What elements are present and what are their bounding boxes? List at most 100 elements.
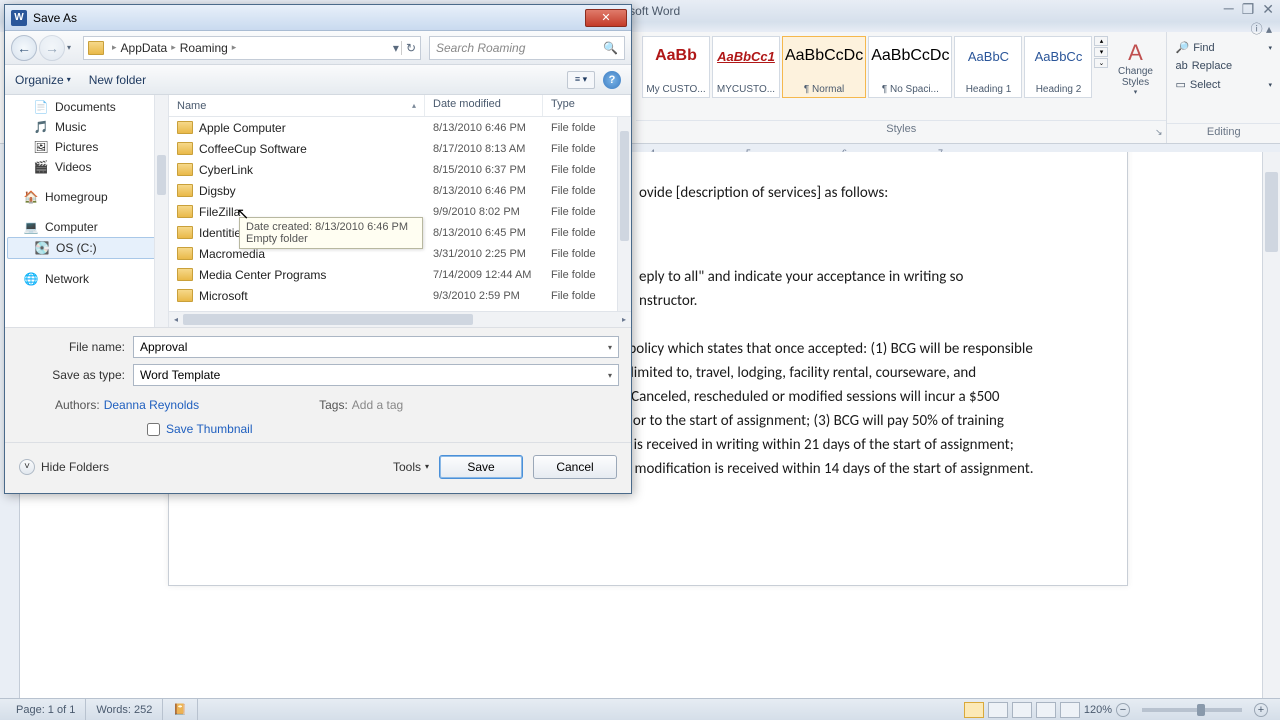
folder-icon xyxy=(177,205,193,218)
tree-pictures[interactable]: 🖼Pictures xyxy=(5,137,168,157)
list-header[interactable]: Name▴ Date modified Type xyxy=(169,95,631,117)
forward-button[interactable]: → xyxy=(39,35,65,61)
breadcrumb[interactable]: ▸ AppData ▸ Roaming ▸ ▾↻ xyxy=(83,36,421,60)
replace-icon: ab xyxy=(1175,60,1187,72)
folder-icon xyxy=(177,163,193,176)
change-styles-icon: A xyxy=(1110,40,1160,66)
zoom-level[interactable]: 120% xyxy=(1084,704,1112,716)
view-full-screen[interactable] xyxy=(988,702,1008,718)
tools-button[interactable]: Tools▾ xyxy=(393,460,429,474)
breadcrumb-appdata[interactable]: AppData xyxy=(121,41,168,55)
style-heading2[interactable]: AaBbCcHeading 2 xyxy=(1024,36,1092,98)
save-thumbnail-checkbox[interactable] xyxy=(147,423,160,436)
list-hscroll[interactable]: ◂▸ xyxy=(169,311,631,327)
styles-group-label: Styles↘ xyxy=(636,120,1167,140)
restore-icon[interactable]: ❐ xyxy=(1242,2,1255,19)
replace-button[interactable]: abReplace xyxy=(1175,57,1272,75)
folder-icon xyxy=(177,268,193,281)
tree-scrollbar[interactable] xyxy=(154,95,168,327)
file-row[interactable]: Digsby8/13/2010 6:46 PMFile folde xyxy=(169,180,631,201)
folder-icon xyxy=(177,247,193,260)
file-row[interactable]: Microsoft9/3/2010 2:59 PMFile folde xyxy=(169,285,631,306)
dialog-nav: ← → ▾ ▸ AppData ▸ Roaming ▸ ▾↻ Search Ro… xyxy=(5,31,631,65)
save-thumbnail-label[interactable]: Save Thumbnail xyxy=(166,422,253,436)
view-web[interactable] xyxy=(1012,702,1032,718)
tree-network[interactable]: 🌐Network xyxy=(5,269,168,289)
folder-icon xyxy=(177,121,193,134)
status-proof-icon[interactable]: 📔 xyxy=(163,699,198,720)
ribbon-help-icon[interactable]: ⓘ ▴ xyxy=(1251,20,1272,37)
editing-group-label: Editing xyxy=(1167,123,1280,143)
tree-music[interactable]: 🎵Music xyxy=(5,117,168,137)
search-input[interactable]: Search Roaming 🔍 xyxy=(429,36,625,60)
statusbar: Page: 1 of 1 Words: 252 📔 120% − + xyxy=(0,698,1280,720)
dialog-titlebar[interactable]: W Save As ✕ xyxy=(5,5,631,31)
folder-icon xyxy=(177,289,193,302)
folder-icon xyxy=(177,184,193,197)
tree-os-c[interactable]: 💽OS (C:) xyxy=(7,237,166,259)
minimize-icon[interactable]: ─ xyxy=(1224,2,1234,19)
style-normal[interactable]: AaBbCcDc¶ Normal xyxy=(782,36,866,98)
refresh-icon[interactable]: ↻ xyxy=(401,41,416,55)
word-icon: W xyxy=(11,10,27,26)
save-as-dialog: W Save As ✕ ← → ▾ ▸ AppData ▸ Roaming ▸ … xyxy=(4,4,632,494)
style-heading1[interactable]: AaBbCHeading 1 xyxy=(954,36,1022,98)
folder-icon xyxy=(177,226,193,239)
filename-input[interactable]: Approval▾ xyxy=(133,336,619,358)
style-nospacing[interactable]: AaBbCcDc¶ No Spaci... xyxy=(868,36,952,98)
vertical-scrollbar[interactable] xyxy=(1262,152,1280,698)
dialog-close-button[interactable]: ✕ xyxy=(585,9,627,27)
tree-videos[interactable]: 🎬Videos xyxy=(5,157,168,177)
style-scroll-down[interactable]: ▾ xyxy=(1094,47,1108,57)
file-row[interactable]: Apple Computer8/13/2010 6:46 PMFile fold… xyxy=(169,117,631,138)
view-mode-button[interactable]: ≡ ▾ xyxy=(567,71,595,89)
tags-value[interactable]: Add a tag xyxy=(352,398,403,412)
savetype-label: Save as type: xyxy=(17,368,133,382)
breadcrumb-roaming[interactable]: Roaming xyxy=(180,41,228,55)
tree-homegroup[interactable]: 🏠Homegroup xyxy=(5,187,168,207)
list-vscroll[interactable] xyxy=(617,117,631,311)
select-button[interactable]: ▭Select ▾ xyxy=(1175,75,1272,94)
style-mycusto2[interactable]: AaBbCc1MYCUSTO... xyxy=(712,36,780,98)
history-dropdown[interactable]: ▾ xyxy=(67,35,81,61)
nav-tree[interactable]: 📄Documents 🎵Music 🖼Pictures 🎬Videos 🏠Hom… xyxy=(5,95,169,327)
new-folder-button[interactable]: New folder xyxy=(89,73,146,87)
zoom-slider[interactable] xyxy=(1142,708,1242,712)
style-mycusto1[interactable]: AaBbMy CUSTO... xyxy=(642,36,710,98)
breadcrumb-drop-icon[interactable]: ▾ xyxy=(393,41,399,55)
savetype-select[interactable]: Word Template▾ xyxy=(133,364,619,386)
style-more[interactable]: ⌄ xyxy=(1094,58,1108,68)
style-scroll-up[interactable]: ▴ xyxy=(1094,36,1108,46)
col-date[interactable]: Date modified xyxy=(425,95,543,116)
help-button[interactable]: ? xyxy=(603,71,621,89)
status-page[interactable]: Page: 1 of 1 xyxy=(6,699,86,720)
file-row[interactable]: Media Center Programs7/14/2009 12:44 AMF… xyxy=(169,264,631,285)
file-row[interactable]: CyberLink8/15/2010 6:37 PMFile folde xyxy=(169,159,631,180)
close-icon[interactable]: ✕ xyxy=(1262,2,1274,19)
view-draft[interactable] xyxy=(1060,702,1080,718)
authors-value[interactable]: Deanna Reynolds xyxy=(104,398,199,412)
styles-launcher-icon[interactable]: ↘ xyxy=(1155,127,1163,138)
view-print-layout[interactable] xyxy=(964,702,984,718)
tree-computer[interactable]: 💻Computer xyxy=(5,217,168,237)
binoculars-icon: 🔎 xyxy=(1175,41,1189,54)
zoom-in-button[interactable]: + xyxy=(1254,703,1268,717)
col-name[interactable]: Name▴ xyxy=(169,95,425,116)
save-button[interactable]: Save xyxy=(439,455,523,479)
file-row[interactable]: CoffeeCup Software8/17/2010 8:13 AMFile … xyxy=(169,138,631,159)
hide-folders-button[interactable]: ˅Hide Folders xyxy=(19,459,109,475)
cancel-button[interactable]: Cancel xyxy=(533,455,617,479)
zoom-out-button[interactable]: − xyxy=(1116,703,1130,717)
dialog-toolbar: Organize ▾ New folder ≡ ▾ ? xyxy=(5,65,631,95)
find-button[interactable]: 🔎Find ▾ xyxy=(1175,38,1272,57)
view-outline[interactable] xyxy=(1036,702,1056,718)
status-words[interactable]: Words: 252 xyxy=(86,699,163,720)
search-icon: 🔍 xyxy=(603,41,618,55)
editing-group: 🔎Find ▾ abReplace ▭Select ▾ Editing xyxy=(1167,32,1280,143)
back-button[interactable]: ← xyxy=(11,35,37,61)
folder-icon xyxy=(177,142,193,155)
tree-documents[interactable]: 📄Documents xyxy=(5,97,168,117)
change-styles-button[interactable]: A Change Styles ▾ xyxy=(1110,36,1160,96)
col-type[interactable]: Type xyxy=(543,95,631,116)
organize-button[interactable]: Organize ▾ xyxy=(15,73,71,87)
